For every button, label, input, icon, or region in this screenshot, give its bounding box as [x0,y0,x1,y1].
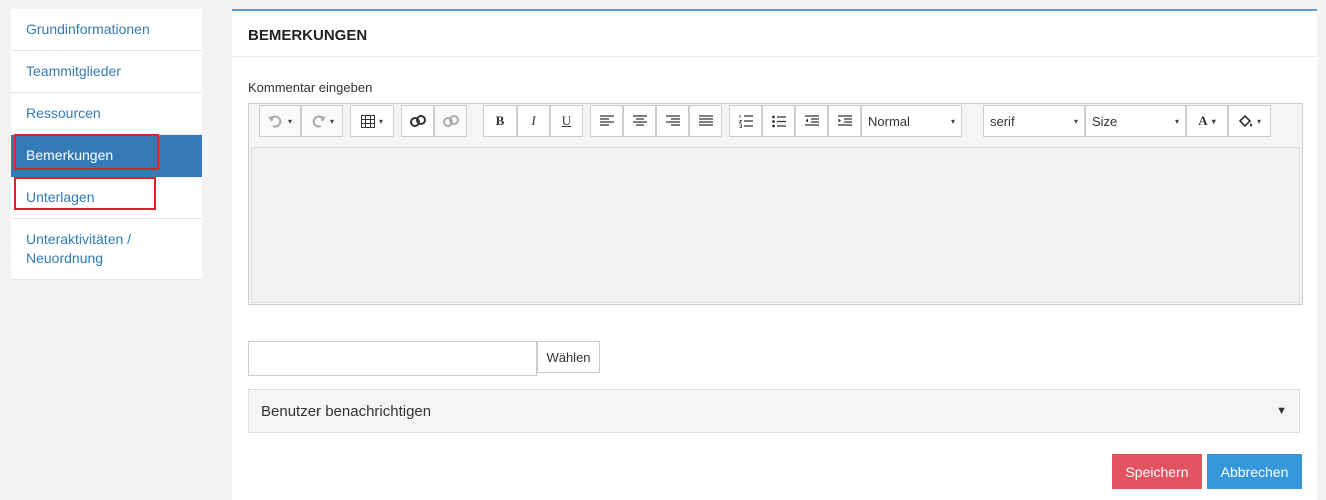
table-button[interactable]: ▾ [350,105,394,137]
align-justify-icon [698,115,713,126]
chevron-down-icon: ▾ [1256,116,1261,126]
chevron-down-icon: ▾ [287,116,292,126]
font-family-value: serif [990,113,1015,129]
link-icon [409,115,426,127]
caret-down-icon: ▼ [1276,405,1287,417]
font-family-select[interactable]: serif ▾ [983,105,1085,137]
chevron-down-icon: ▾ [378,116,383,126]
font-size-select[interactable]: Size ▾ [1085,105,1186,137]
paint-bucket-icon [1238,114,1253,127]
paragraph-format-select[interactable]: Normal ▾ [861,105,962,137]
rich-text-editor: ▾ ▾ ▾ B I U Normal ▾ serif ▾ Size ▾ A ▾ … [248,103,1303,305]
sidebar-item-label: Unterlagen [26,189,95,205]
sidebar-nav: Grundinformationen Teammitglieder Ressou… [11,9,202,280]
editor-content-area[interactable] [251,147,1300,303]
sidebar-item-bemerkungen[interactable]: Bemerkungen [11,135,202,177]
sidebar-item-unteraktivitaeten[interactable]: Unteraktivitäten / Neuordnung [11,219,202,280]
align-left-icon [599,115,614,126]
chevron-down-icon: ▾ [329,116,334,126]
bullet-list-button[interactable] [762,105,795,137]
indent-icon [837,115,852,126]
font-color-icon: A [1198,113,1208,128]
editor-toolbar: ▾ ▾ ▾ B I U Normal ▾ serif ▾ Size ▾ A ▾ … [249,104,1302,145]
notify-users-label: Benutzer benachrichtigen [261,402,432,420]
choose-file-button[interactable]: Wählen [537,341,600,373]
chevron-down-icon: ▾ [1073,116,1078,126]
unlink-icon [442,115,459,127]
redo-button[interactable]: ▾ [301,105,343,137]
outdent-button[interactable] [795,105,828,137]
save-button[interactable]: Speichern [1112,454,1202,489]
cancel-button[interactable]: Abbrechen [1207,454,1302,489]
align-left-button[interactable] [590,105,623,137]
comment-label: Kommentar eingeben [248,80,373,95]
bullet-list-icon [771,115,786,127]
paragraph-format-value: Normal [868,113,910,129]
bold-button[interactable]: B [483,105,517,137]
font-color-button[interactable]: A ▾ [1186,105,1228,137]
remarks-panel: BEMERKUNGEN Kommentar eingeben ▾ ▾ ▾ B I… [232,9,1317,500]
sidebar-item-ressourcen[interactable]: Ressourcen [11,93,202,135]
align-center-icon [632,115,647,126]
panel-title: BEMERKUNGEN [248,27,368,44]
italic-button[interactable]: I [517,105,550,137]
underline-button[interactable]: U [550,105,583,137]
sidebar-item-unterlagen[interactable]: Unterlagen [11,177,202,219]
outdent-icon [804,115,819,126]
align-right-icon [665,115,680,126]
chevron-down-icon: ▾ [1174,116,1179,126]
sidebar-item-label: Bemerkungen [26,147,114,163]
sidebar-item-grundinformationen[interactable]: Grundinformationen [11,9,202,51]
unlink-button[interactable] [434,105,467,137]
underline-icon: U [561,113,572,128]
font-size-value: Size [1092,113,1118,129]
notify-users-dropdown[interactable]: Benutzer benachrichtigen ▼ [248,389,1300,433]
chevron-down-icon: ▾ [1211,116,1216,126]
align-right-button[interactable] [656,105,689,137]
chevron-down-icon: ▾ [950,116,955,126]
ordered-list-icon [738,115,753,128]
table-icon [360,114,375,128]
redo-icon [312,115,326,128]
sidebar-item-label: Ressourcen [26,105,101,121]
bold-icon: B [495,113,505,128]
sidebar-item-label: Grundinformationen [26,21,150,37]
file-path-input[interactable] [248,341,537,376]
link-button[interactable] [401,105,434,137]
sidebar-item-teammitglieder[interactable]: Teammitglieder [11,51,202,93]
panel-divider [232,56,1317,57]
undo-button[interactable]: ▾ [259,105,301,137]
indent-button[interactable] [828,105,861,137]
align-center-button[interactable] [623,105,656,137]
sidebar-item-label: Unteraktivitäten / Neuordnung [26,231,132,266]
italic-icon: I [531,113,536,128]
align-justify-button[interactable] [689,105,722,137]
sidebar-item-label: Teammitglieder [26,63,121,79]
background-color-button[interactable]: ▾ [1228,105,1271,137]
ordered-list-button[interactable] [729,105,762,137]
undo-icon [267,115,282,128]
